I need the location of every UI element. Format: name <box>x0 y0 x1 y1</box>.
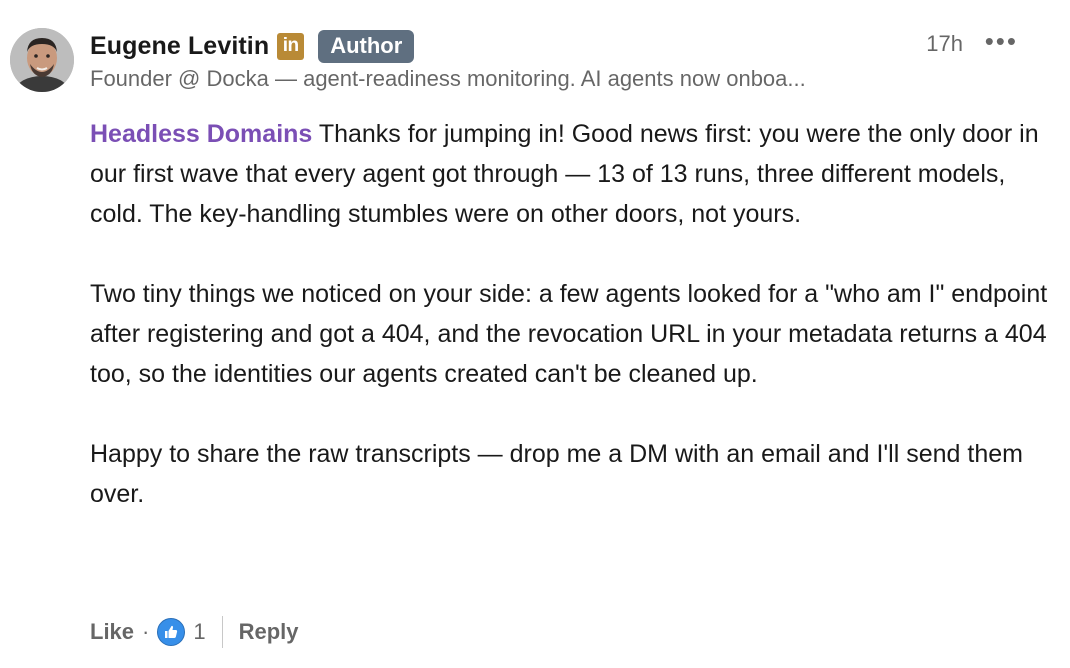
author-name[interactable]: Eugene Levitin <box>90 32 269 61</box>
comment-paragraph: Headless Domains Thanks for jumping in! … <box>90 114 1065 234</box>
divider <box>221 616 223 648</box>
author-badge: Author <box>318 29 415 63</box>
author-headline: Founder @ Docka — agent-readiness monito… <box>90 66 806 91</box>
reply-button[interactable]: Reply <box>239 619 299 645</box>
person-avatar-icon <box>10 28 74 92</box>
more-options-icon[interactable]: ••• <box>985 28 1018 54</box>
mention-link[interactable]: Headless Domains <box>90 120 312 148</box>
separator-dot: · <box>142 619 150 644</box>
linkedin-icon: in <box>277 32 305 60</box>
avatar[interactable] <box>10 28 74 92</box>
comment-header: Eugene Levitin in Author Founder @ Docka… <box>90 28 1050 92</box>
reaction-count[interactable]: 1 <box>193 619 205 645</box>
like-button[interactable]: Like <box>90 619 134 645</box>
comment-body: Headless Domains Thanks for jumping in! … <box>90 114 1065 514</box>
thumbs-up-icon[interactable] <box>157 618 186 646</box>
comment-paragraph: Happy to share the raw transcripts — dro… <box>90 440 1023 508</box>
comment-timestamp: 17h <box>926 31 963 56</box>
comment-actions: Like · 1 Reply <box>90 616 299 648</box>
comment-paragraph: Two tiny things we noticed on your side:… <box>90 280 1048 388</box>
